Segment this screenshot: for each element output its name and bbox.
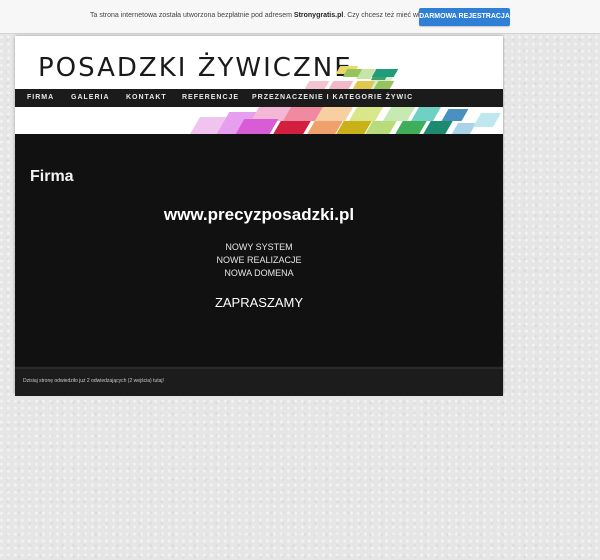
header-banner (15, 107, 503, 134)
nav-item-firma[interactable]: FIRMA (27, 94, 54, 101)
info-line-realizacje: NOWE REALIZACJE (216, 255, 302, 265)
promo-bar: Ta strona internetowa została utworzona … (0, 0, 600, 34)
info-line-system: NOWY SYSTEM (225, 242, 293, 252)
nav-item-przeznaczenie[interactable]: PRZEZNACZENIE I KATEGORIE ŻYWIC (252, 94, 413, 101)
site-container: POSADZKI ŻYWICZNE FIRMA GALERIA KONTAKT … (15, 36, 503, 396)
promo-text: Ta strona internetowa została utworzona … (90, 12, 461, 19)
invite-text: ZAPRASZAMY (214, 295, 304, 310)
free-registration-button[interactable]: DARMOWA REJESTRACJA (419, 8, 510, 26)
nav-item-galeria[interactable]: GALERIA (71, 94, 110, 101)
site-footer: Dzisiaj stronę odwiedziło już 2 odwiedza… (15, 367, 503, 396)
promo-brand[interactable]: Stronygratis.pl (294, 12, 343, 19)
nav-item-referencje[interactable]: REFERENCJE (182, 94, 239, 101)
info-line-domena: NOWA DOMENA (224, 268, 294, 278)
content-area: Firma www.precyzposadzki.pl NOWY SYSTEM … (15, 134, 503, 366)
visit-counter: Dzisiaj stronę odwiedziło już 2 odwiedza… (23, 378, 164, 384)
main-nav: FIRMA GALERIA KONTAKT REFERENCJE PRZEZNA… (15, 89, 503, 107)
nav-item-kontakt[interactable]: KONTAKT (126, 94, 167, 101)
site-title: POSADZKI ŻYWICZNE (38, 53, 353, 83)
site-url: www.precyzposadzki.pl (163, 205, 355, 224)
site-header: POSADZKI ŻYWICZNE (15, 36, 503, 89)
page-title: Firma (30, 168, 74, 185)
